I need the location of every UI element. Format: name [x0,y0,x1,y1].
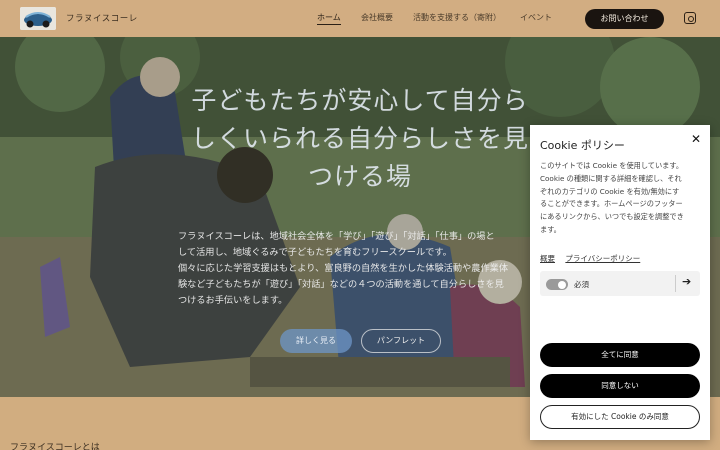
hero-description-line: 験など子どもたちが「遊び」「対話」などの４つの活動を通して自分らしさを見 [178,279,504,290]
hero-description-line: して活用し、地域ぐるみで子どもたちを育むフリースクールです。 [178,247,452,258]
cookie-description-line: ることができます。ホームページのフッター [540,199,683,209]
hero-description-line: つけるお手伝いをします。 [178,295,288,306]
cookie-links: 概要 プライバシーポリシー [540,253,648,264]
cookie-description-line: にあるリンクから、いつでも設定を調整でき [540,212,684,222]
hero-title-line: つける場 [307,162,412,191]
arrow-right-icon[interactable]: ➔ [682,275,691,288]
hero-description: フラヌイスコーレは、地域社会全体を「学び」「遊び」「対話」「仕事」の場と して活… [178,229,538,309]
accept-all-button[interactable]: 全てに同意 [540,343,700,367]
hero-title-line: しくいられる自分らしさを見 [190,124,529,153]
pamphlet-button[interactable]: パンフレット [361,329,441,353]
privacy-policy-link[interactable]: プライバシーポリシー [565,254,640,263]
cookie-description-line: ぞれのカテゴリの Cookie を有効/無効にす [540,186,680,196]
hero-title: 子どもたちが安心して自分ら しくいられる自分らしさを見 つける場 [150,82,570,196]
cookie-description-line: このサイトでは Cookie を使用しています。 [540,161,684,170]
hero-description-line: 個々に応じた学習支援はもとより、富良野の自然を生かした体験活動や農作業体 [178,263,509,274]
cookie-description-line: Cookie の種類に関する詳細を確認し、それ [540,173,682,183]
overview-link[interactable]: 概要 [540,254,555,263]
about-heading: フラヌイスコーレとは [10,443,100,450]
accept-selected-button[interactable]: 有効にした Cookie のみ同意 [540,405,700,429]
site-header: フラヌイスコーレ ホーム 会社概要 活動を支援する（寄附） イベント お問い合わ… [0,0,720,37]
reject-button[interactable]: 同意しない [540,374,700,398]
category-label: 必須 [574,280,589,289]
cookie-description-line: ます。 [540,224,561,234]
hero-description-line: フラヌイスコーレは、地域社会全体を「学び」「遊び」「対話」「仕事」の場と [178,231,495,242]
nav-events[interactable]: イベント [520,12,552,23]
nav-active-underline [317,24,341,25]
nav-company[interactable]: 会社概要 [361,12,393,23]
cookie-description: このサイトでは Cookie を使用しています。 Cookie の種類に関する詳… [540,160,702,237]
details-button[interactable]: 詳しく見る [280,329,352,353]
close-icon[interactable]: ✕ [691,132,701,146]
nav-home[interactable]: ホーム [317,12,341,23]
site-logo[interactable] [20,7,56,30]
category-divider [675,275,676,292]
contact-button[interactable]: お問い合わせ [585,9,664,29]
hero-title-line: 子どもたちが安心して自分ら [191,86,529,115]
cookie-policy-panel: Cookie ポリシー ✕ このサイトでは Cookie を使用しています。 C… [530,125,710,440]
cookie-title: Cookie ポリシー [540,139,625,152]
site-name[interactable]: フラヌイスコーレ [66,12,138,24]
cookie-category-required[interactable]: 必須 ➔ [540,271,700,296]
instagram-icon[interactable] [684,12,696,24]
required-toggle[interactable] [546,279,568,290]
nav-support[interactable]: 活動を支援する（寄附） [413,12,501,23]
